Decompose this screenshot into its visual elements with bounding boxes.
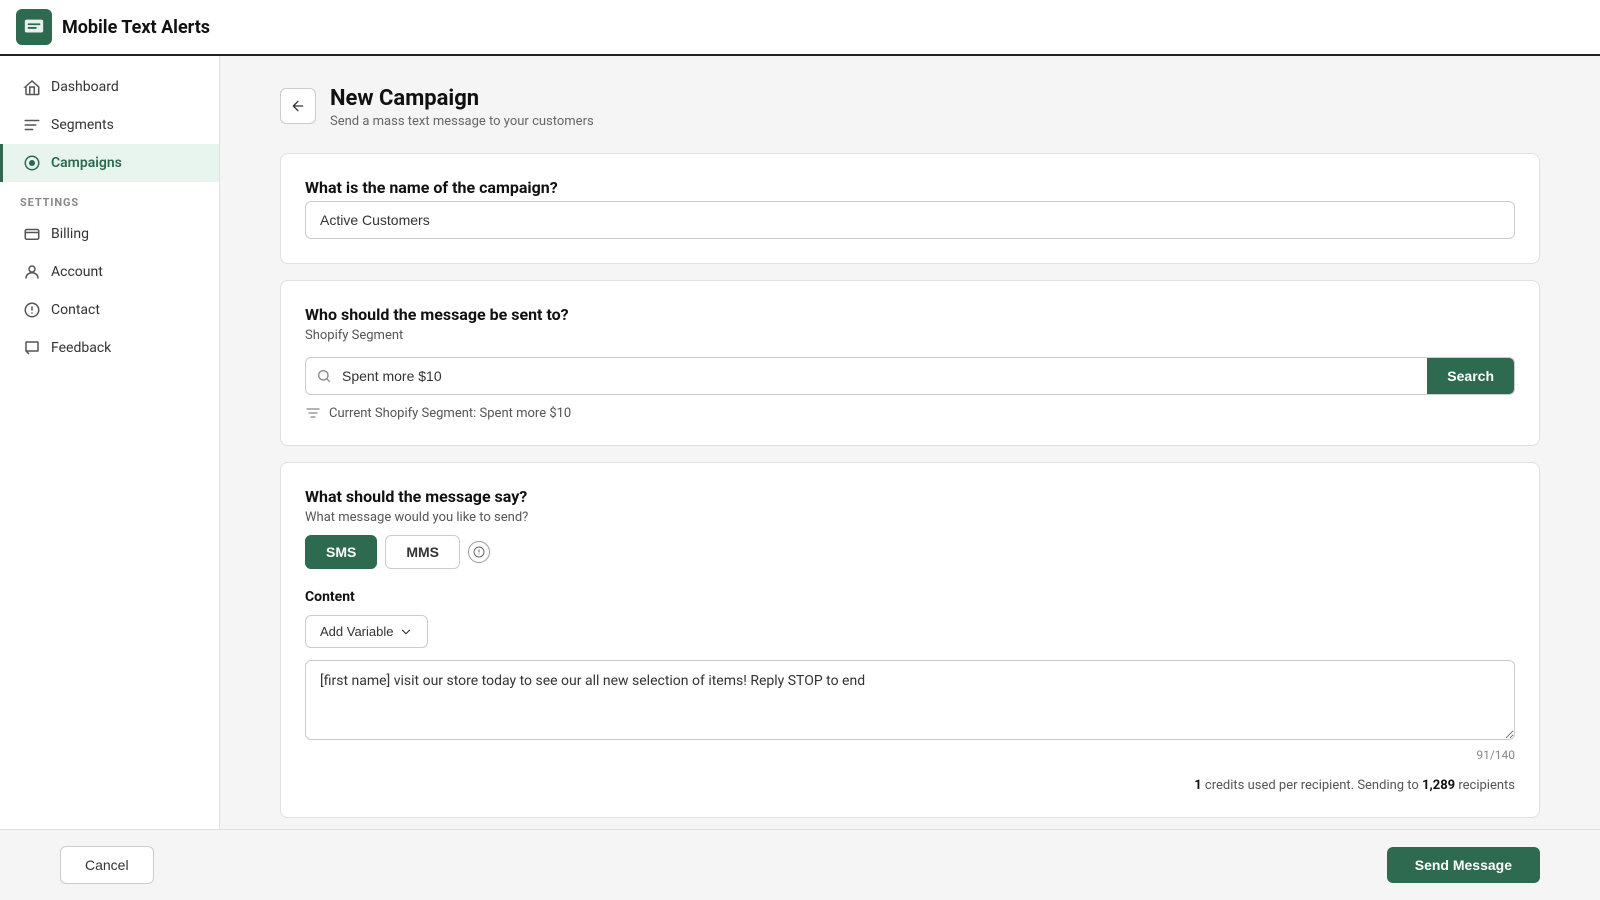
cancel-button[interactable]: Cancel — [60, 846, 154, 884]
segment-search-input[interactable] — [342, 358, 1427, 394]
message-title: What should the message say? — [305, 487, 1515, 506]
sidebar-item-feedback[interactable]: Feedback — [0, 329, 219, 367]
credits-suffix: credits used per recipient. Sending to — [1202, 778, 1422, 793]
char-count: 91/140 — [305, 748, 1515, 762]
add-variable-button[interactable]: Add Variable — [305, 615, 428, 648]
billing-icon — [23, 225, 41, 243]
current-segment-text: Current Shopify Segment: Spent more $10 — [329, 406, 571, 421]
sidebar-item-account[interactable]: Account — [0, 253, 219, 291]
current-segment: Current Shopify Segment: Spent more $10 — [305, 405, 1515, 421]
dropdown-chevron-icon — [399, 625, 413, 639]
sidebar: Dashboard Segments Campaigns SETTINGS Bi… — [0, 56, 220, 829]
sidebar-item-label-account: Account — [51, 264, 103, 280]
footer-bar: Cancel Send Message — [0, 829, 1600, 900]
segments-icon — [23, 116, 41, 134]
mms-button[interactable]: MMS — [385, 535, 460, 569]
feedback-icon — [23, 339, 41, 357]
recipients-count: 1,289 — [1422, 778, 1455, 793]
recipients-title: Who should the message be sent to? — [305, 305, 1515, 324]
sms-button[interactable]: SMS — [305, 535, 377, 569]
page-header-text: New Campaign Send a mass text message to… — [330, 86, 594, 129]
sidebar-item-label-billing: Billing — [51, 226, 89, 242]
topbar: Mobile Text Alerts — [0, 0, 1600, 56]
sidebar-item-dashboard[interactable]: Dashboard — [0, 68, 219, 106]
sidebar-item-contact[interactable]: Contact — [0, 291, 219, 329]
back-arrow-icon — [290, 98, 306, 114]
sidebar-item-label-campaigns: Campaigns — [51, 155, 122, 171]
home-icon — [23, 78, 41, 96]
sidebar-item-segments[interactable]: Segments — [0, 106, 219, 144]
search-icon-wrap — [306, 368, 342, 384]
campaign-name-input[interactable] — [305, 201, 1515, 239]
page-header: New Campaign Send a mass text message to… — [280, 86, 1540, 129]
segment-search-row: Search — [305, 357, 1515, 395]
message-type-label: What message would you like to send? — [305, 510, 1515, 525]
content-area: New Campaign Send a mass text message to… — [220, 56, 1600, 829]
search-icon — [316, 368, 332, 384]
message-textarea[interactable]: [first name] visit our store today to se… — [305, 660, 1515, 740]
add-variable-label: Add Variable — [320, 624, 393, 639]
campaigns-icon — [23, 154, 41, 172]
credits-info: 1 credits used per recipient. Sending to… — [305, 778, 1515, 793]
sidebar-item-label-segments: Segments — [51, 117, 114, 133]
search-button[interactable]: Search — [1427, 358, 1514, 394]
sidebar-item-label-feedback: Feedback — [51, 340, 111, 356]
sidebar-item-label-contact: Contact — [51, 302, 100, 318]
recipients-suffix: recipients — [1455, 778, 1515, 793]
app-name: Mobile Text Alerts — [62, 17, 210, 38]
sidebar-item-label-dashboard: Dashboard — [51, 79, 119, 95]
sidebar-item-campaigns[interactable]: Campaigns — [0, 144, 219, 182]
page-title: New Campaign — [330, 86, 594, 111]
page-subtitle: Send a mass text message to your custome… — [330, 114, 594, 129]
main-layout: Dashboard Segments Campaigns SETTINGS Bi… — [0, 56, 1600, 829]
app-logo — [16, 9, 52, 45]
credits-count: 1 — [1194, 778, 1201, 793]
account-icon — [23, 263, 41, 281]
contact-icon — [23, 301, 41, 319]
message-type-row: SMS MMS — [305, 535, 1515, 569]
settings-section-label: SETTINGS — [0, 182, 219, 215]
send-message-button[interactable]: Send Message — [1387, 847, 1540, 883]
campaign-name-card: What is the name of the campaign? — [280, 153, 1540, 264]
info-icon[interactable] — [468, 541, 490, 563]
content-label: Content — [305, 589, 1515, 605]
segment-filter-icon — [305, 405, 321, 421]
campaign-name-title: What is the name of the campaign? — [305, 178, 1515, 197]
recipients-subtitle: Shopify Segment — [305, 328, 1515, 343]
sidebar-item-billing[interactable]: Billing — [0, 215, 219, 253]
recipients-card: Who should the message be sent to? Shopi… — [280, 280, 1540, 446]
back-button[interactable] — [280, 88, 316, 124]
message-card: What should the message say? What messag… — [280, 462, 1540, 818]
